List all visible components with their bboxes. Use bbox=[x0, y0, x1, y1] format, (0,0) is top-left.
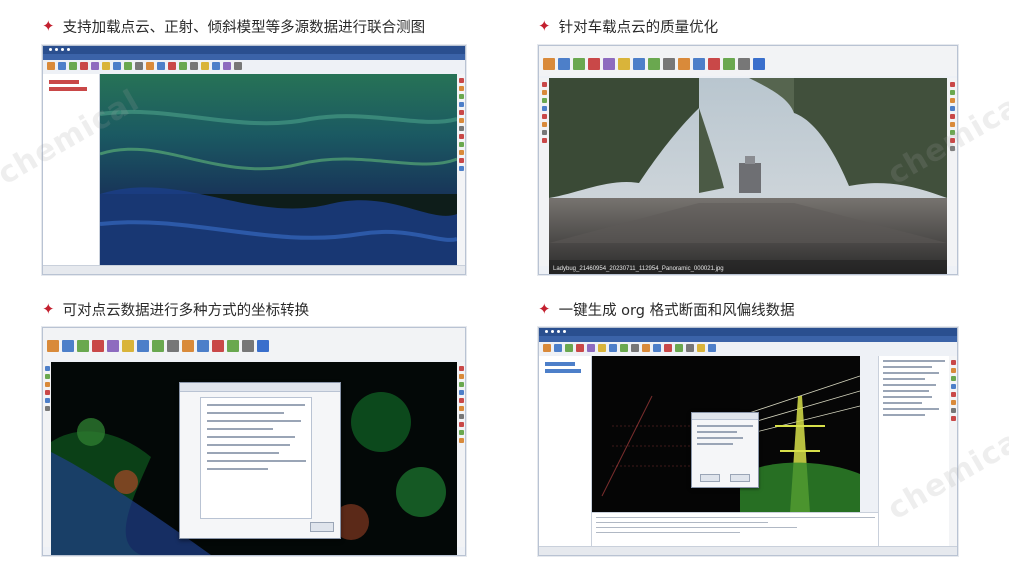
caption-multisource: ✦ 支持加载点云、正射、倾斜模型等多源数据进行联合测图 bbox=[42, 16, 425, 37]
right-tool-strip bbox=[457, 74, 465, 266]
caption-org-section: ✦ 一键生成 org 格式断面和风偏线数据 bbox=[538, 299, 795, 320]
caption-text: 一键生成 org 格式断面和风偏线数据 bbox=[558, 303, 795, 319]
screenshot-org-section bbox=[538, 327, 958, 556]
four-point-star-icon: ✦ bbox=[42, 300, 55, 318]
panorama-filename: Ladybug_21460954_20230711_112954_Panoram… bbox=[553, 266, 724, 272]
left-tool-strip bbox=[539, 78, 549, 266]
screenshot-pointcloud-mapping bbox=[42, 45, 466, 275]
left-tool-strip bbox=[43, 362, 51, 547]
caption-text: 针对车载点云的质量优化 bbox=[558, 20, 719, 36]
menu-bar bbox=[539, 46, 957, 56]
right-tool-strip bbox=[457, 362, 465, 547]
toolbar bbox=[539, 56, 957, 76]
panorama-view[interactable]: Ladybug_21460954_20230711_112954_Panoram… bbox=[549, 78, 947, 274]
caption-coordinate-transform: ✦ 可对点云数据进行多种方式的坐标转换 bbox=[42, 299, 309, 320]
status-bar bbox=[539, 546, 957, 555]
window-titlebar bbox=[539, 328, 957, 336]
window-titlebar bbox=[43, 46, 465, 54]
toolbar bbox=[43, 338, 465, 360]
confirm-button[interactable] bbox=[700, 474, 720, 482]
layer-tree-panel bbox=[539, 356, 592, 547]
status-bar bbox=[43, 265, 465, 274]
toolbar bbox=[539, 342, 957, 356]
ok-button[interactable] bbox=[310, 522, 334, 532]
four-point-star-icon: ✦ bbox=[42, 17, 55, 35]
caption-text: 支持加载点云、正射、倾斜模型等多源数据进行联合测图 bbox=[62, 20, 426, 36]
four-point-star-icon: ✦ bbox=[538, 17, 551, 35]
caption-text: 可对点云数据进行多种方式的坐标转换 bbox=[62, 303, 310, 319]
right-tool-strip bbox=[947, 78, 957, 266]
log-panel bbox=[592, 512, 879, 547]
menu-bar bbox=[43, 328, 465, 338]
caption-vehicle-optimization: ✦ 针对车载点云的质量优化 bbox=[538, 16, 718, 37]
pointcloud-view[interactable] bbox=[51, 362, 457, 555]
cancel-button[interactable] bbox=[730, 474, 750, 482]
coordinate-transform-dialog[interactable] bbox=[179, 382, 341, 539]
screenshot-coordinate-transform bbox=[42, 327, 466, 556]
toolbar bbox=[43, 60, 465, 74]
pointcloud-view[interactable] bbox=[100, 74, 457, 266]
four-point-star-icon: ✦ bbox=[538, 300, 551, 318]
settings-dialog[interactable] bbox=[691, 412, 759, 488]
right-tool-strip bbox=[949, 356, 957, 547]
